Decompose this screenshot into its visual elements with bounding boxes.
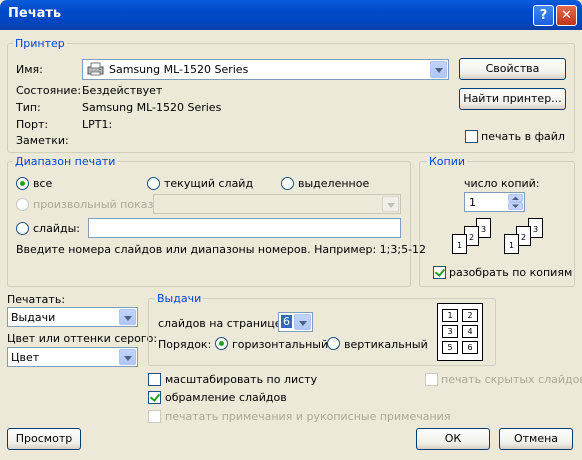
scale-to-fit-checkbox[interactable] bbox=[148, 373, 161, 386]
copies-count-label: число копий: bbox=[464, 177, 540, 190]
print-comments-checkbox[interactable] bbox=[148, 410, 161, 423]
chevron-down-icon[interactable] bbox=[119, 349, 136, 365]
preview-slide: 6 bbox=[462, 341, 478, 354]
find-printer-button[interactable]: Найти принтер... bbox=[459, 88, 566, 110]
range-current-label[interactable]: текущий слайд bbox=[164, 177, 253, 190]
range-slides-radio[interactable] bbox=[16, 222, 29, 235]
per-page-label: слайдов на странице: bbox=[158, 317, 286, 330]
spin-up-icon[interactable] bbox=[508, 194, 523, 202]
preview-button[interactable]: Просмотр bbox=[7, 428, 81, 450]
print-what-value: Выдачи bbox=[11, 311, 56, 324]
slides-hint: Введите номера слайдов или диапазоны ном… bbox=[16, 243, 427, 256]
type-value: Samsung ML-1520 Series bbox=[82, 101, 222, 114]
printer-name-value: Samsung ML-1520 Series bbox=[109, 63, 249, 76]
order-vertical-radio[interactable] bbox=[327, 337, 340, 350]
range-slides-label[interactable]: слайды: bbox=[33, 222, 80, 235]
order-label: Порядок: bbox=[158, 338, 212, 351]
port-label: Порт: bbox=[16, 118, 49, 131]
order-vertical-label[interactable]: вертикальный bbox=[344, 338, 428, 351]
frame-slides-checkbox[interactable] bbox=[148, 391, 161, 404]
chevron-down-icon bbox=[382, 196, 399, 212]
color-value: Цвет bbox=[11, 351, 40, 364]
range-custom-show-label: произвольный показ: bbox=[33, 198, 158, 211]
help-button[interactable]: ? bbox=[533, 5, 554, 26]
printer-name-label: Имя: bbox=[16, 63, 43, 76]
collate-page: 1 bbox=[504, 234, 519, 254]
print-what-select[interactable]: Выдачи bbox=[7, 307, 138, 327]
cancel-button[interactable]: Отмена bbox=[499, 428, 573, 450]
print-comments-label: печатать примечания и рукописные примеча… bbox=[165, 410, 451, 423]
chevron-down-icon[interactable] bbox=[430, 61, 447, 78]
title-bar[interactable] bbox=[0, 0, 582, 30]
preview-slide: 3 bbox=[442, 325, 458, 338]
color-select[interactable]: Цвет bbox=[7, 347, 138, 367]
range-all-label[interactable]: все bbox=[33, 177, 52, 190]
print-hidden-checkbox[interactable] bbox=[425, 373, 438, 386]
collate-label[interactable]: разобрать по копиям bbox=[449, 266, 572, 279]
range-current-radio[interactable] bbox=[147, 177, 160, 190]
range-all-radio[interactable] bbox=[16, 177, 29, 190]
printer-name-select[interactable]: Samsung ML-1520 Series bbox=[82, 59, 449, 80]
printer-icon bbox=[87, 62, 104, 76]
slides-input[interactable] bbox=[88, 218, 401, 238]
range-selection-radio[interactable] bbox=[281, 177, 294, 190]
printer-legend: Принтер bbox=[13, 37, 67, 50]
preview-slide: 2 bbox=[462, 309, 478, 322]
preview-slide: 5 bbox=[442, 341, 458, 354]
preview-slide: 4 bbox=[462, 325, 478, 338]
handouts-legend: Выдачи bbox=[155, 292, 204, 305]
collate-illustration: 3 2 1 3 2 1 bbox=[452, 218, 564, 260]
frame-slides-label[interactable]: обрамление слайдов bbox=[165, 391, 287, 404]
print-hidden-label: печать скрытых слайдов bbox=[441, 373, 582, 386]
chevron-down-icon[interactable] bbox=[294, 314, 311, 330]
scale-to-fit-label[interactable]: масштабировать по листу bbox=[165, 373, 317, 386]
status-label: Состояние: bbox=[16, 84, 82, 97]
copies-legend: Копии bbox=[427, 155, 468, 168]
print-range-legend: Диапазон печати bbox=[13, 155, 118, 168]
handout-preview: 1 2 3 4 5 6 bbox=[437, 303, 483, 361]
chevron-down-icon[interactable] bbox=[119, 309, 136, 325]
status-value: Бездействует bbox=[82, 84, 163, 97]
port-value: LPT1: bbox=[82, 118, 113, 131]
copies-count-input[interactable]: 1 bbox=[464, 192, 525, 212]
range-selection-label[interactable]: выделенное bbox=[298, 177, 369, 190]
print-what-label: Печатать: bbox=[7, 293, 66, 306]
per-page-select[interactable]: 6 bbox=[278, 312, 313, 332]
custom-show-select[interactable] bbox=[153, 194, 401, 214]
type-label: Тип: bbox=[16, 101, 41, 114]
order-horizontal-radio[interactable] bbox=[215, 337, 228, 350]
print-to-file-label[interactable]: печать в файл bbox=[481, 130, 565, 143]
ok-button[interactable]: ОК bbox=[416, 428, 490, 450]
close-button[interactable]: ✕ bbox=[556, 5, 577, 26]
properties-button[interactable]: Свойства bbox=[459, 58, 566, 80]
per-page-value: 6 bbox=[281, 315, 292, 328]
print-to-file-checkbox[interactable] bbox=[465, 130, 478, 143]
order-horizontal-label[interactable]: горизонтальный bbox=[232, 338, 328, 351]
range-custom-show-radio[interactable] bbox=[16, 198, 29, 211]
notes-label: Заметки: bbox=[16, 134, 69, 147]
preview-slide: 1 bbox=[442, 309, 458, 322]
window-title: Печать bbox=[8, 6, 62, 21]
color-label: Цвет или оттенки серого: bbox=[7, 332, 158, 345]
collate-checkbox[interactable] bbox=[433, 266, 446, 279]
spin-down-icon[interactable] bbox=[508, 202, 523, 210]
copies-count-value: 1 bbox=[469, 196, 476, 209]
collate-page: 1 bbox=[452, 234, 467, 254]
